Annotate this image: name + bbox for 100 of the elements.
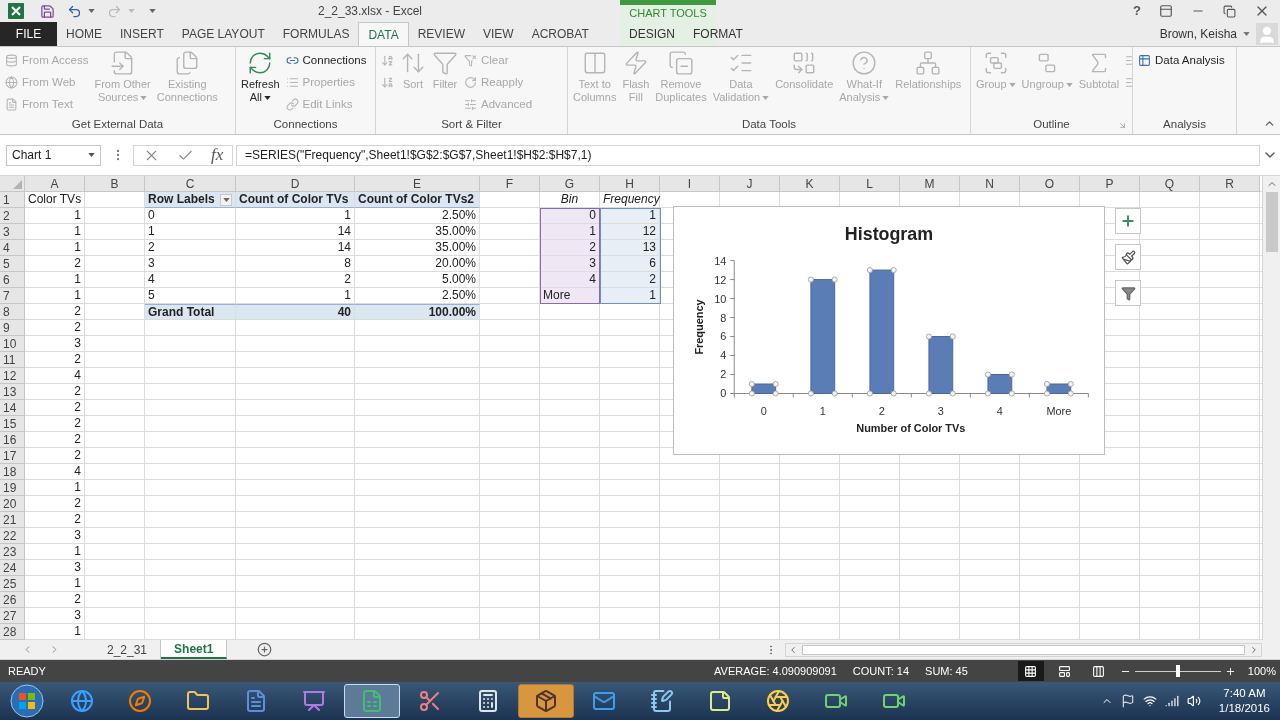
row-header[interactable]: 16 — [0, 432, 25, 448]
bin-value: 12 — [600, 224, 660, 240]
add-element-button[interactable] — [1115, 208, 1141, 234]
taskbar-app-button[interactable] — [518, 684, 574, 718]
filter-dropdown-button[interactable] — [220, 193, 232, 206]
column-header[interactable]: C — [145, 176, 236, 192]
column-header[interactable]: K — [780, 176, 840, 192]
column-header[interactable]: D — [236, 176, 355, 192]
scroll-right-icon[interactable] — [1249, 644, 1259, 655]
row-header[interactable]: 21 — [0, 512, 25, 528]
row-header[interactable]: 11 — [0, 352, 25, 368]
ribbon-tab[interactable]: INSERT — [111, 22, 173, 46]
row-header[interactable]: 27 — [0, 608, 25, 624]
column-header[interactable]: F — [480, 176, 540, 192]
row-header[interactable]: 28 — [0, 624, 25, 640]
scroll-left-icon[interactable] — [788, 644, 798, 655]
ribbon-button[interactable]: Connections — [283, 50, 369, 71]
ribbon-display-icon[interactable] — [1159, 4, 1173, 18]
ribbon-tab[interactable]: REVIEW — [408, 22, 474, 46]
group-label: Analysis — [1163, 117, 1206, 133]
window-title: 2_2_33.xlsx - Excel — [317, 3, 423, 20]
horizontal-scrollbar[interactable] — [785, 642, 1262, 657]
zoom-in-icon[interactable] — [1224, 665, 1236, 677]
flag-icon[interactable] — [1120, 694, 1135, 708]
ribbon-tab[interactable]: FORMAT — [684, 22, 752, 46]
row-header[interactable]: 4 — [0, 240, 25, 256]
row-header[interactable]: 12 — [0, 368, 25, 384]
column-header[interactable]: Q — [1140, 176, 1200, 192]
signal-icon[interactable] — [1164, 694, 1179, 708]
name-box[interactable]: Chart 1 — [6, 144, 101, 166]
row-header[interactable]: 17 — [0, 448, 25, 464]
row-header[interactable]: 15 — [0, 416, 25, 432]
column-header[interactable]: R — [1200, 176, 1260, 192]
view-button[interactable] — [1017, 661, 1044, 681]
column-header[interactable]: G — [540, 176, 600, 192]
row-header[interactable]: 10 — [0, 336, 25, 352]
ribbon-tab[interactable]: HOME — [57, 22, 111, 46]
undo-icon[interactable] — [67, 3, 82, 19]
ribbon-tab[interactable]: PAGE LAYOUT — [172, 22, 274, 46]
save-icon[interactable] — [40, 3, 55, 19]
row-header[interactable]: 18 — [0, 464, 25, 480]
row-header[interactable]: 24 — [0, 560, 25, 576]
row-header[interactable]: 7 — [0, 288, 25, 304]
sheet-tab[interactable]: Sheet1 — [161, 640, 228, 659]
column-header[interactable]: I — [660, 176, 720, 192]
vertical-scrollbar[interactable] — [1262, 176, 1280, 640]
row-header[interactable]: 3 — [0, 224, 25, 240]
row-header[interactable]: 2 — [0, 208, 25, 224]
ribbon-tab[interactable]: FORMULAS — [273, 22, 359, 46]
row-header[interactable]: 22 — [0, 528, 25, 544]
axis-tick-label: 4 — [996, 405, 1003, 418]
row-header[interactable]: 20 — [0, 496, 25, 512]
row-header[interactable]: 14 — [0, 400, 25, 416]
row-header[interactable]: 5 — [0, 256, 25, 272]
column-header[interactable]: A — [25, 176, 85, 192]
row-header[interactable]: 26 — [0, 592, 25, 608]
ribbon-tab[interactable]: FILE — [0, 22, 57, 46]
row-header[interactable]: 8 — [0, 304, 25, 320]
column-header[interactable]: M — [900, 176, 960, 192]
row-header[interactable]: 9 — [0, 320, 25, 336]
help-button[interactable]: ? — [1133, 1, 1141, 21]
restore-icon[interactable] — [1223, 4, 1236, 18]
column-header[interactable]: P — [1080, 176, 1140, 192]
chart-styles-button[interactable] — [1115, 244, 1141, 270]
axis-tick-label: 2 — [878, 405, 885, 418]
scrollbar-thumb[interactable] — [1265, 192, 1278, 252]
new-sheet-icon[interactable] — [257, 642, 273, 657]
row-header[interactable]: 23 — [0, 544, 25, 560]
column-header[interactable]: L — [840, 176, 900, 192]
ribbon-tab[interactable]: DATA — [358, 22, 409, 46]
axis-tick-label: 8 — [720, 311, 727, 324]
column-header[interactable]: H — [600, 176, 660, 192]
ribbon-tab[interactable]: DESIGN — [620, 22, 684, 46]
ribbon-button[interactable]: Refresh All — [239, 50, 282, 104]
zoom-slider-thumb[interactable] — [1175, 665, 1180, 677]
column-header[interactable]: N — [960, 176, 1020, 192]
ribbon-tab[interactable]: VIEW — [474, 22, 523, 46]
speaker-icon[interactable] — [1186, 694, 1201, 708]
ribbon-tab[interactable]: ACROBAT — [522, 22, 598, 46]
network-icon[interactable] — [1142, 694, 1157, 708]
insert-function-button[interactable]: fx — [211, 142, 224, 168]
row-header[interactable]: 13 — [0, 384, 25, 400]
start-button[interactable] — [10, 684, 44, 718]
column-header[interactable]: E — [355, 176, 480, 192]
column-header[interactable]: B — [85, 176, 145, 192]
column-header[interactable]: O — [1020, 176, 1080, 192]
formula-field[interactable]: =SERIES("Frequency",Sheet1!$G$2:$G$7,Sheet1!$H$2:$H$7,1) — [236, 144, 1260, 166]
account-button[interactable]: Brown, Keisha — [1159, 25, 1250, 43]
clock[interactable]: 7:40 AM 1/18/2016 — [1214, 686, 1274, 716]
spreadsheet-logo-icon[interactable] — [8, 3, 24, 19]
chart-filters-button[interactable] — [1115, 280, 1141, 306]
data-value: 2 — [25, 416, 85, 432]
row-header[interactable]: 25 — [0, 576, 25, 592]
zoom-level[interactable]: 100% — [1247, 662, 1276, 680]
scrollbar-thumb[interactable] — [802, 644, 1245, 655]
row-header[interactable]: 1 — [0, 192, 25, 208]
column-header[interactable]: J — [720, 176, 780, 192]
row-header[interactable]: 6 — [0, 272, 25, 288]
row-header[interactable]: 19 — [0, 480, 25, 496]
ribbon-button[interactable]: Data Analysis — [1136, 50, 1227, 71]
